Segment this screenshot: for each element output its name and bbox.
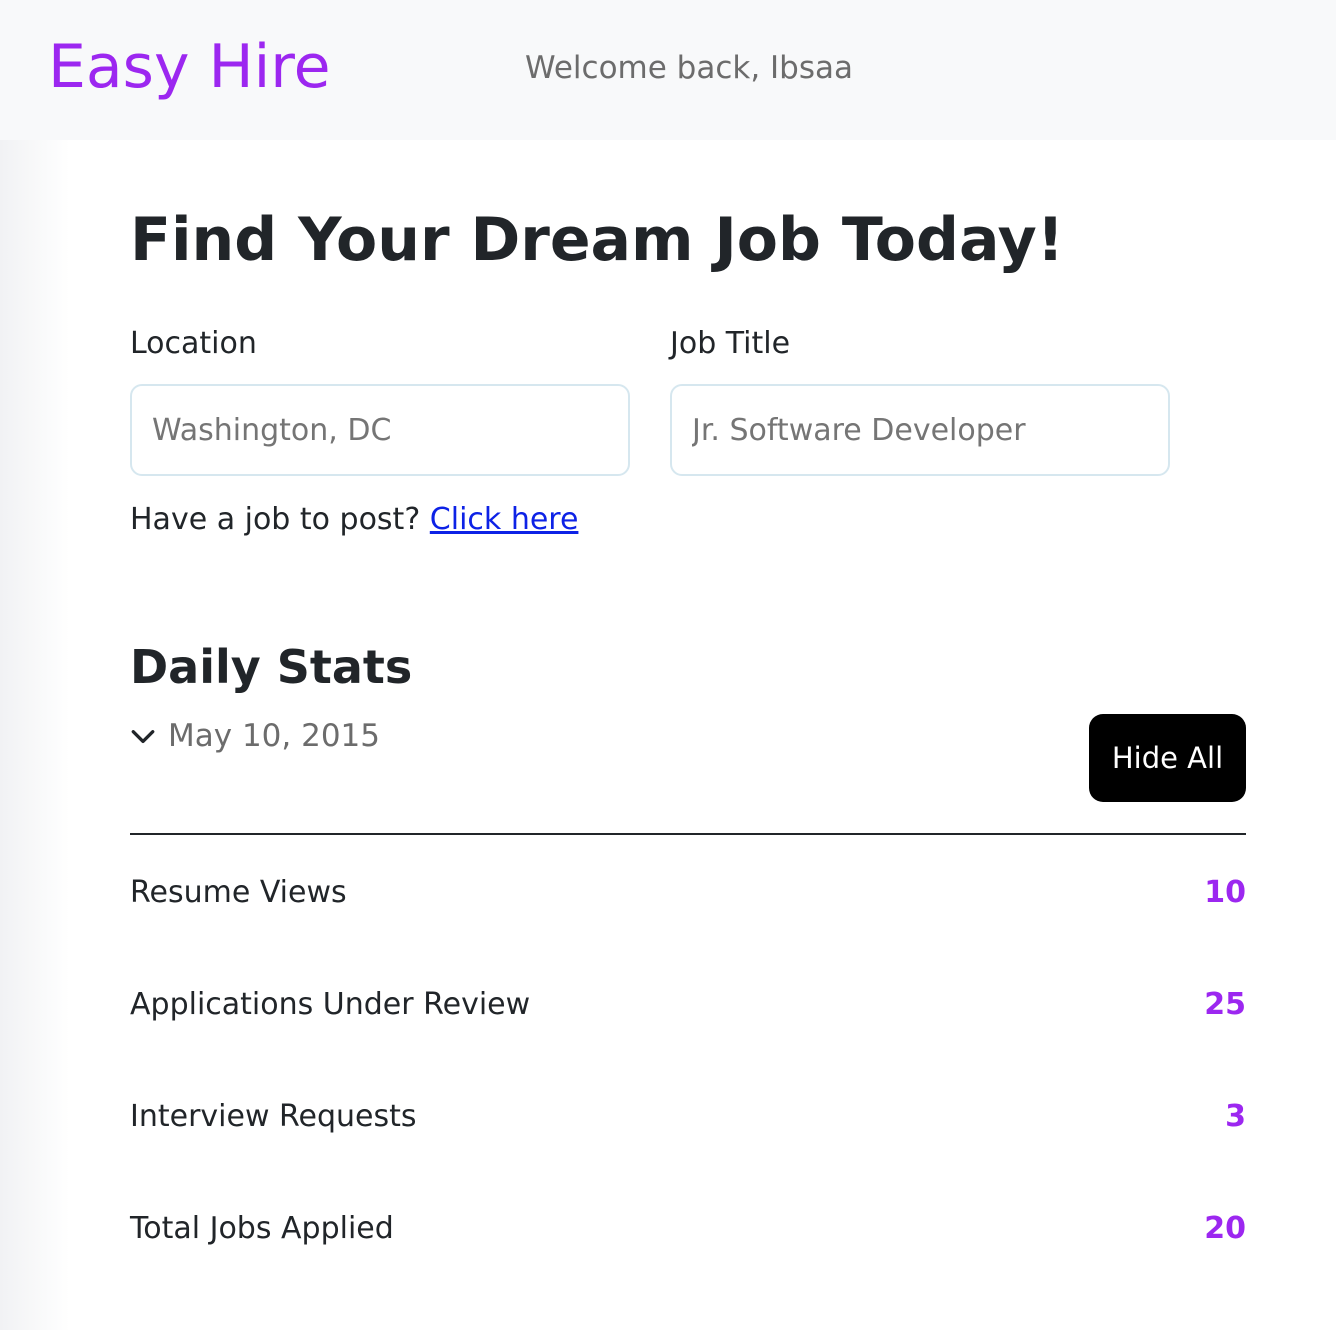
stat-value: 3	[1225, 1098, 1246, 1134]
stat-row-resume-views: Resume Views 10	[130, 862, 1246, 922]
stat-label: Interview Requests	[130, 1098, 417, 1134]
post-job-text: Have a job to post?	[130, 502, 421, 537]
post-job-prompt: Have a job to post? Click here	[130, 502, 578, 537]
top-navbar: Easy Hire Welcome back, Ibsaa	[0, 0, 1336, 140]
stat-row-interview-requests: Interview Requests 3	[130, 1086, 1246, 1146]
stat-value: 20	[1204, 1210, 1246, 1246]
stat-row-total-jobs-applied: Total Jobs Applied 20	[130, 1198, 1246, 1258]
stats-divider	[130, 833, 1246, 835]
stat-label: Applications Under Review	[130, 986, 531, 1022]
daily-stats-title: Daily Stats	[130, 640, 413, 694]
job-title-label: Job Title	[670, 326, 791, 361]
stat-label: Total Jobs Applied	[130, 1210, 394, 1246]
welcome-message: Welcome back, Ibsaa	[525, 50, 853, 86]
stat-value: 25	[1204, 986, 1246, 1022]
location-input[interactable]	[130, 384, 630, 476]
page-title: Find Your Dream Job Today!	[130, 205, 1065, 275]
stats-date: May 10, 2015	[168, 718, 380, 754]
stat-label: Resume Views	[130, 874, 347, 910]
brand-logo[interactable]: Easy Hire	[48, 34, 331, 100]
stats-date-toggle[interactable]: May 10, 2015	[130, 718, 380, 754]
location-label: Location	[130, 326, 257, 361]
page: Easy Hire Welcome back, Ibsaa Find Your …	[0, 0, 1336, 1330]
hide-all-button[interactable]: Hide All	[1089, 714, 1246, 802]
chevron-down-icon	[131, 730, 155, 744]
job-title-input[interactable]	[670, 384, 1170, 476]
post-job-link[interactable]: Click here	[430, 502, 579, 537]
job-title-field-group: Job Title	[670, 326, 1170, 476]
stat-value: 10	[1204, 874, 1246, 910]
stat-row-applications-under-review: Applications Under Review 25	[130, 974, 1246, 1034]
location-field-group: Location	[130, 326, 630, 476]
